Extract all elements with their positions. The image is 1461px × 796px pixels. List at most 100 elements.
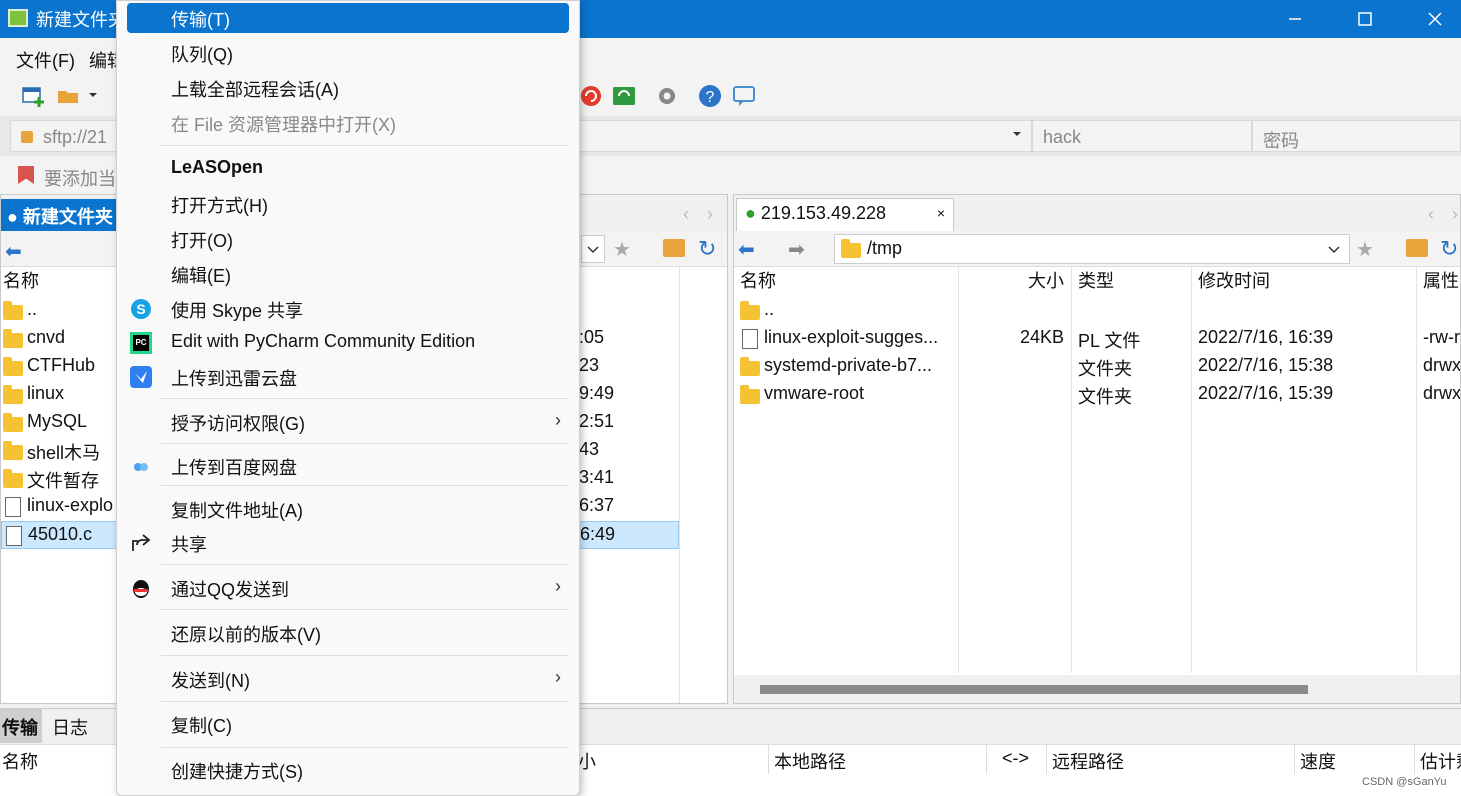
context-menu-item[interactable]: LeASOpen [127, 154, 569, 184]
table-row[interactable]: linux-exploit-sugges... 24KB PL 文件 2022/7/1… [734, 325, 1460, 353]
close-tab-icon[interactable]: × [937, 205, 945, 221]
queue-col-size[interactable]: 小 [578, 748, 596, 774]
queue-col-remote-path[interactable]: 远程路径 [1052, 748, 1124, 774]
path-dropdown[interactable] [581, 235, 605, 263]
remote-col-size[interactable]: 大小 [1028, 267, 1064, 295]
context-menu-item[interactable]: 共享 [127, 528, 569, 558]
folder-icon [841, 239, 861, 258]
back-icon[interactable]: ⬅ [738, 237, 755, 262]
queue-col-name[interactable]: 名称 [2, 748, 38, 774]
queue-col-direction[interactable]: <-> [1002, 748, 1029, 769]
context-menu-item[interactable]: 创建快捷方式(S) [127, 755, 569, 785]
menu-file[interactable]: 文件(F) [16, 47, 75, 73]
context-menu-item[interactable]: 复制文件地址(A) [127, 494, 569, 524]
context-menu-item-label: 打开方式(H) [171, 196, 268, 216]
tab-scroll-left[interactable]: ‹ [1428, 204, 1434, 225]
host-text: sftp://21 [43, 127, 108, 147]
chevron-down-icon[interactable] [1327, 245, 1341, 255]
chevron-down-icon[interactable] [1012, 130, 1022, 138]
minimize-button[interactable] [1265, 0, 1325, 38]
home-folder-icon[interactable] [663, 239, 685, 257]
table-row[interactable]: systemd-private-b7... 文件夹 2022/7/16, 15:38… [734, 353, 1460, 381]
context-menu-item: 在 File 资源管理器中打开(X) [127, 108, 569, 138]
chevron-down-icon[interactable] [88, 91, 98, 99]
context-menu-item[interactable]: 授予访问权限(G) › [127, 407, 569, 437]
tab-local[interactable]: ● 新建文件夹 [1, 199, 119, 231]
qq-icon [129, 576, 153, 600]
star-icon[interactable]: ★ [1356, 237, 1374, 262]
cell-type: 文件夹 [1078, 359, 1132, 379]
context-menu-item[interactable]: 打开(O) [127, 224, 569, 254]
queue-col-eta[interactable]: 估计剩 [1420, 748, 1461, 774]
window-title: 新建文件夹 [36, 10, 126, 30]
remote-col-type[interactable]: 类型 [1078, 267, 1114, 295]
file-name: MySQL [27, 411, 88, 431]
menu-separator [161, 609, 569, 610]
folder-icon [740, 357, 760, 376]
open-folder-icon[interactable] [56, 83, 82, 109]
cell-name: linux-exploit-sugges... [764, 327, 939, 347]
username-field[interactable]: hack [1032, 120, 1252, 152]
gear-icon[interactable] [654, 83, 680, 109]
context-menu-item[interactable]: 打开方式(H) [127, 189, 569, 219]
table-row[interactable]: vmware-root 文件夹 2022/7/16, 15:39 drwx [734, 381, 1460, 409]
context-menu-item[interactable]: 队列(Q) [127, 38, 569, 68]
cell-name: systemd-private-b7... [764, 355, 933, 375]
context-menu-item[interactable]: 传输(T) [127, 3, 569, 33]
remote-path-field[interactable]: /tmp [834, 234, 1350, 264]
context-menu-item[interactable]: 上载全部远程会话(A) [127, 73, 569, 103]
tab-scroll-right[interactable]: › [707, 204, 713, 225]
table-row[interactable]: .. [734, 297, 1460, 325]
remote-col-mtime[interactable]: 修改时间 [1198, 267, 1270, 295]
scrollbar-thumb[interactable] [760, 685, 1308, 694]
sync-icon[interactable] [611, 83, 637, 109]
tab-remote[interactable]: ● 219.153.49.228 × [736, 198, 954, 231]
horizontal-scrollbar[interactable] [734, 675, 1460, 703]
queue-col-local-path[interactable]: 本地路径 [774, 748, 846, 774]
svg-text:?: ? [706, 89, 715, 106]
folder-icon [740, 385, 760, 404]
new-session-icon[interactable] [20, 83, 46, 109]
context-menu-item[interactable]: 编辑(E) [127, 259, 569, 289]
tab-log[interactable]: 日志 [52, 714, 88, 740]
cell-type: PL 文件 [1078, 331, 1141, 351]
chat-icon[interactable] [731, 83, 757, 109]
context-menu-item[interactable]: 还原以前的版本(V) [127, 618, 569, 648]
bookmark-hint[interactable]: 要添加当 [44, 165, 116, 191]
forward-icon[interactable]: ➡ [788, 237, 805, 262]
help-icon[interactable]: ? [697, 83, 723, 109]
star-icon[interactable]: ★ [613, 237, 631, 262]
context-menu-item-label: 发送到(N) [171, 671, 250, 691]
close-button[interactable] [1405, 0, 1461, 38]
skype-icon: S [129, 297, 153, 321]
refresh-icon[interactable]: ↻ [1440, 236, 1458, 262]
chevron-right-icon: › [555, 576, 561, 596]
tab-scroll-left[interactable]: ‹ [683, 204, 689, 225]
cell-type: 文件夹 [1078, 387, 1132, 407]
context-menu-item-label: 复制文件地址(A) [171, 501, 303, 521]
context-menu-item[interactable]: 上传到迅雷云盘 [127, 362, 569, 392]
swirl-icon[interactable] [578, 83, 604, 109]
app-icon [8, 9, 28, 27]
password-field[interactable]: 密码 [1252, 120, 1461, 152]
remote-col-attr[interactable]: 属性 [1423, 267, 1459, 295]
context-menu-item[interactable]: 复制(C) [127, 709, 569, 739]
menu-separator [161, 485, 569, 486]
tab-transfer[interactable]: 传输 [0, 709, 42, 743]
local-col-name[interactable]: 名称 [3, 267, 39, 295]
maximize-button[interactable] [1335, 0, 1395, 38]
context-menu-item[interactable]: PC Edit with PyCharm Community Edition [127, 328, 569, 358]
context-menu-item-label: 复制(C) [171, 716, 232, 736]
refresh-icon[interactable]: ↻ [698, 236, 716, 262]
tab-scroll-right[interactable]: › [1452, 204, 1458, 225]
home-folder-icon[interactable] [1406, 239, 1428, 257]
queue-col-speed[interactable]: 速度 [1300, 748, 1336, 774]
context-menu-item[interactable]: 通过QQ发送到 › [127, 573, 569, 603]
lock-icon [21, 131, 33, 143]
pycharm-icon: PC [129, 331, 153, 355]
back-icon[interactable]: ⬅ [5, 239, 22, 264]
context-menu-item[interactable]: 发送到(N) › [127, 664, 569, 694]
context-menu-item[interactable]: S 使用 Skype 共享 [127, 294, 569, 324]
remote-col-name[interactable]: 名称 [740, 267, 776, 295]
context-menu-item[interactable]: 上传到百度网盘 [127, 451, 569, 481]
